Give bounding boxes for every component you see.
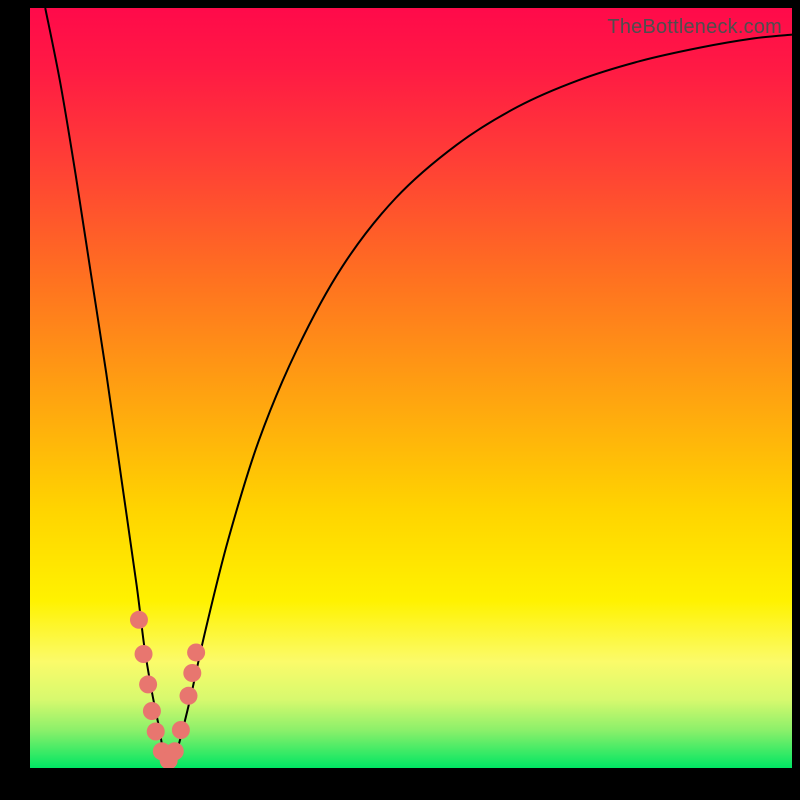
- curve-marker: [166, 742, 184, 760]
- curve-marker: [179, 687, 197, 705]
- curve-markers: [130, 611, 205, 768]
- curve-layer: [30, 8, 792, 768]
- plot-area: TheBottleneck.com: [30, 8, 792, 768]
- curve-marker: [183, 664, 201, 682]
- curve-marker: [147, 723, 165, 741]
- chart-frame: TheBottleneck.com: [0, 0, 800, 800]
- curve-marker: [139, 675, 157, 693]
- curve-marker: [172, 721, 190, 739]
- bottleneck-curve: [45, 8, 792, 766]
- curve-marker: [135, 645, 153, 663]
- curve-marker: [187, 643, 205, 661]
- curve-marker: [130, 611, 148, 629]
- curve-marker: [143, 702, 161, 720]
